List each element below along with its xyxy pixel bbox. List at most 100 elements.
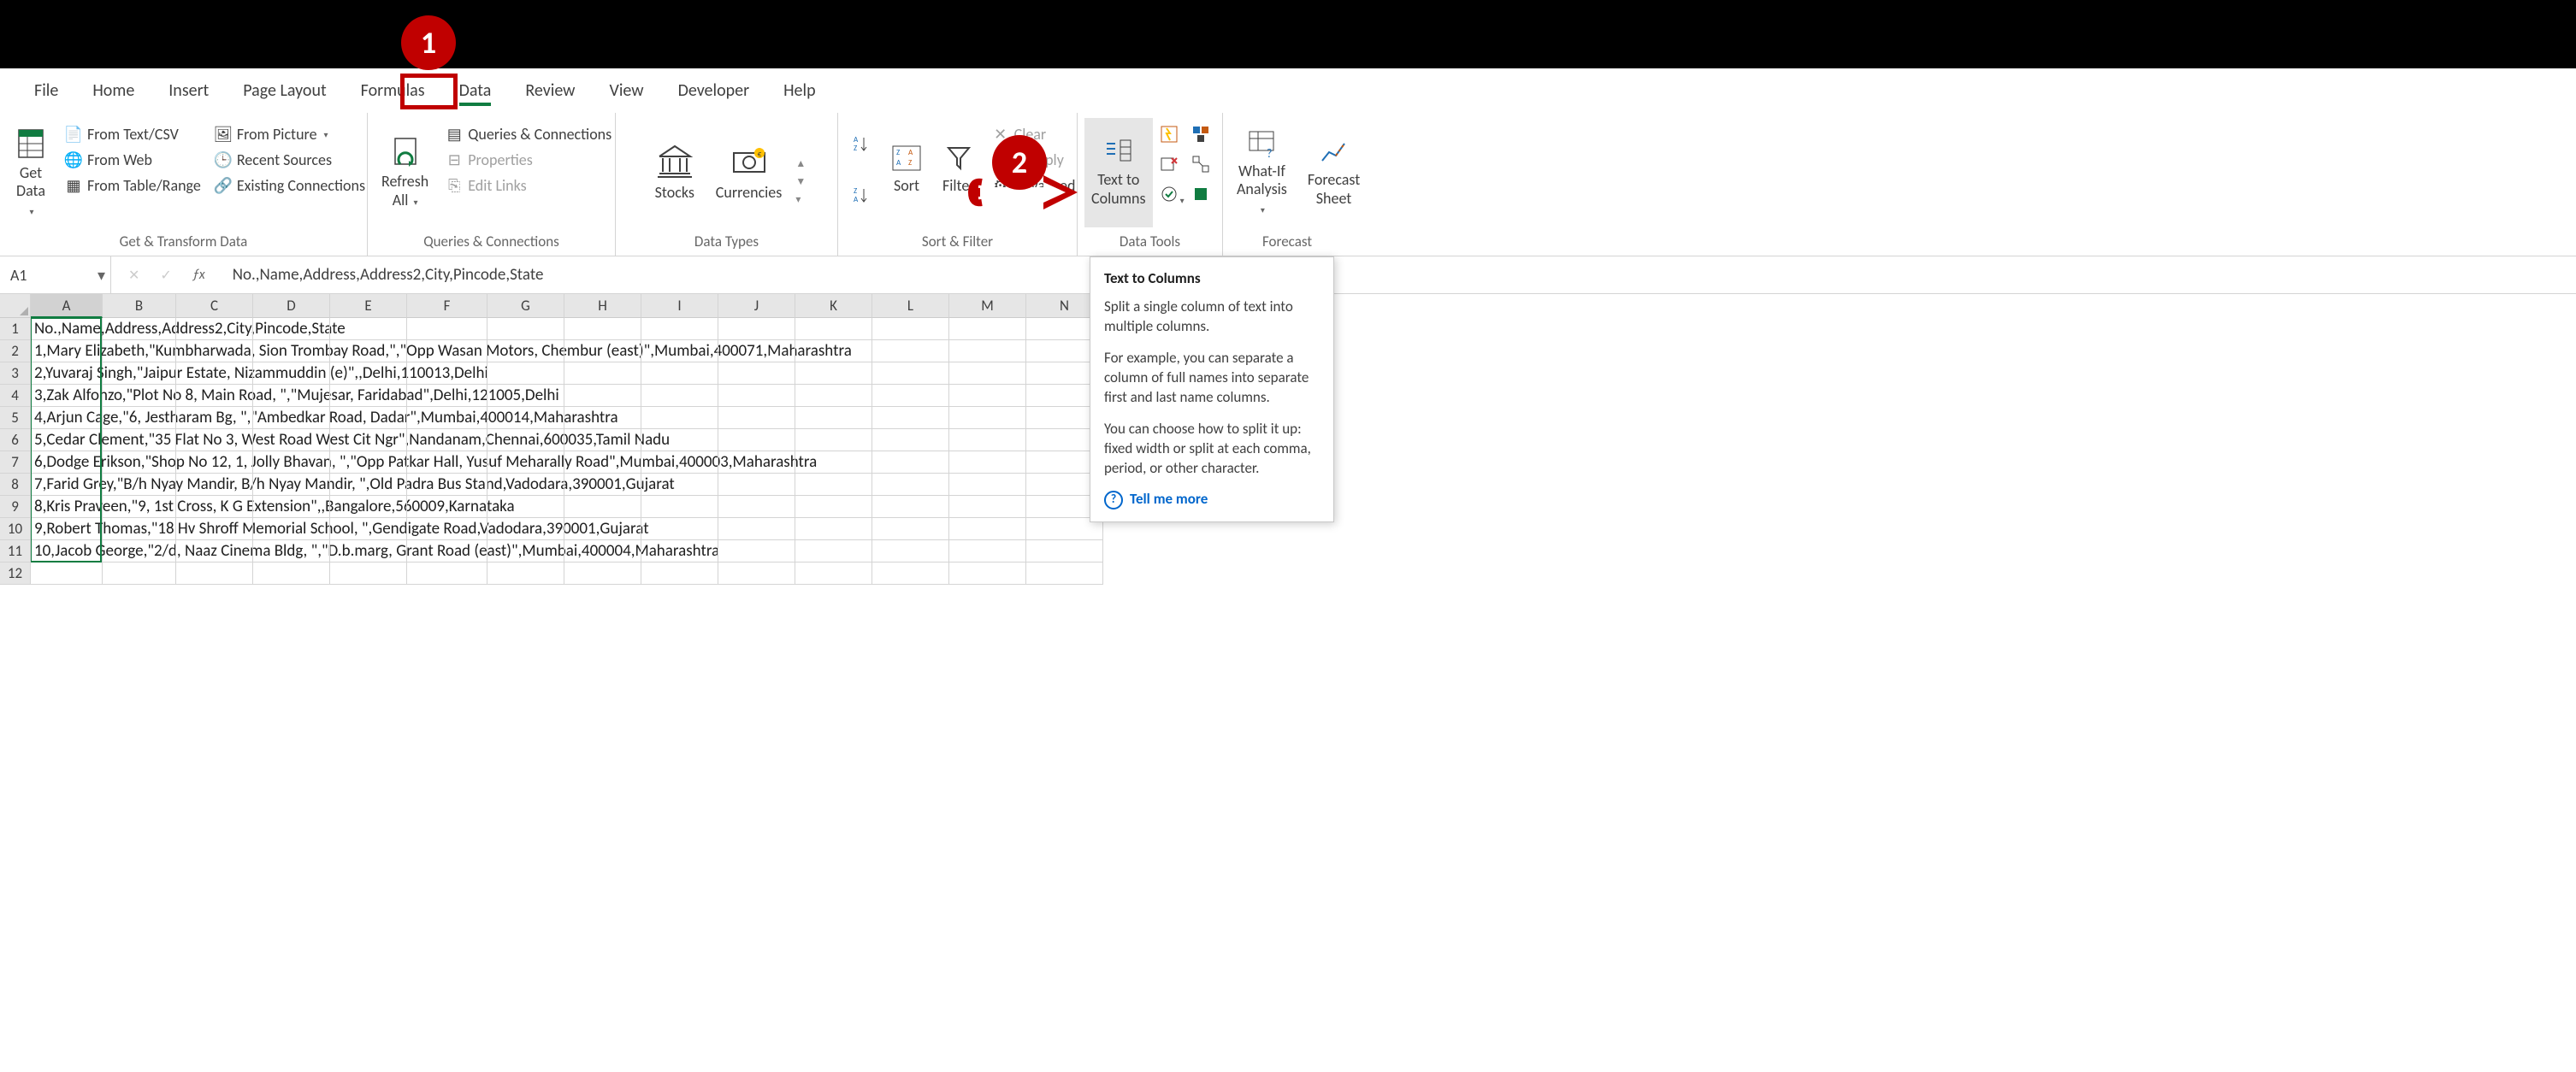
cell[interactable] [253,474,330,496]
row-header[interactable]: 7 [0,451,31,474]
cell[interactable] [564,340,641,362]
row-header[interactable]: 5 [0,407,31,429]
column-header-I[interactable]: I [641,294,718,318]
cell[interactable] [253,451,330,474]
cell[interactable] [795,407,872,429]
from-web-button[interactable]: 🌐From Web [62,149,204,171]
cell[interactable] [407,563,487,585]
cell[interactable] [330,474,407,496]
cell[interactable] [330,563,407,585]
cell[interactable] [407,407,487,429]
consolidate-button[interactable] [1191,125,1210,148]
row-header[interactable]: 6 [0,429,31,451]
manage-data-model-button[interactable] [1191,185,1210,208]
cell[interactable] [330,318,407,340]
column-header-D[interactable]: D [253,294,330,318]
cell[interactable] [253,340,330,362]
cell[interactable] [949,563,1026,585]
cell[interactable] [253,385,330,407]
cell[interactable] [176,451,253,474]
tab-help[interactable]: Help [766,70,833,111]
cell[interactable] [872,496,949,518]
tab-developer[interactable]: Developer [661,70,767,111]
tab-view[interactable]: View [592,70,660,111]
cell[interactable] [872,563,949,585]
refresh-all-button[interactable]: Refresh All ▾ [375,118,435,227]
cell[interactable] [718,407,795,429]
cell[interactable] [795,318,872,340]
cell[interactable] [564,318,641,340]
cell[interactable] [949,451,1026,474]
cell[interactable] [795,429,872,451]
cell[interactable] [330,451,407,474]
column-header-M[interactable]: M [949,294,1026,318]
cell[interactable] [795,563,872,585]
cell[interactable] [872,518,949,540]
cell[interactable] [872,540,949,563]
column-header-L[interactable]: L [872,294,949,318]
cell[interactable]: 4,Arjun Cage,"6, Jestharam Bg, ","Ambedk… [31,407,103,429]
cell[interactable] [718,474,795,496]
cell[interactable] [564,540,641,563]
cell[interactable] [641,385,718,407]
row-header[interactable]: 1 [0,318,31,340]
cell[interactable] [795,518,872,540]
cell[interactable] [487,362,564,385]
cell[interactable] [641,318,718,340]
cell[interactable] [718,518,795,540]
cell[interactable] [564,407,641,429]
column-header-G[interactable]: G [487,294,564,318]
cell[interactable] [718,340,795,362]
cell[interactable] [949,474,1026,496]
cell[interactable] [103,518,176,540]
cell[interactable] [330,540,407,563]
cell[interactable] [564,429,641,451]
chevron-down-icon[interactable]: ▾ [97,266,105,285]
cell[interactable] [641,540,718,563]
cell[interactable] [795,362,872,385]
cell[interactable] [176,340,253,362]
cell[interactable] [564,496,641,518]
cell[interactable] [253,496,330,518]
cell[interactable] [795,540,872,563]
cell[interactable] [795,496,872,518]
cell[interactable] [641,429,718,451]
cell[interactable] [31,563,103,585]
tab-data[interactable]: Data [442,70,509,111]
column-header-A[interactable]: A [31,294,103,318]
recent-sources-button[interactable]: 🕒Recent Sources [211,149,369,171]
cell[interactable] [103,407,176,429]
relationships-button[interactable] [1191,155,1210,178]
forecast-sheet-button[interactable]: Forecast Sheet [1301,118,1367,227]
cell[interactable] [407,385,487,407]
cell[interactable] [641,340,718,362]
cell[interactable] [176,474,253,496]
cell[interactable] [949,385,1026,407]
row-header[interactable]: 8 [0,474,31,496]
cell[interactable] [103,474,176,496]
cell[interactable] [176,429,253,451]
cell[interactable] [253,563,330,585]
expand-gallery-icon[interactable]: ▾ [795,193,806,206]
cell[interactable]: 7,Farid Grey,"B/h Nyay Mandir, B/h Nyay … [31,474,103,496]
select-all-corner[interactable] [0,294,31,318]
column-header-H[interactable]: H [564,294,641,318]
row-header[interactable]: 11 [0,540,31,563]
cell[interactable]: 2,Yuvaraj Singh,"Jaipur Estate, Nizammud… [31,362,103,385]
cell[interactable] [103,385,176,407]
cell[interactable] [949,540,1026,563]
cell[interactable] [949,496,1026,518]
cell[interactable] [564,385,641,407]
scroll-up-icon[interactable]: ▲ [795,157,806,170]
existing-connections-button[interactable]: 🔗Existing Connections [211,174,369,197]
cell[interactable] [1026,540,1103,563]
cell[interactable] [949,518,1026,540]
from-table-range-button[interactable]: ▦From Table/Range [62,174,204,197]
tab-formulas[interactable]: Formulas [344,70,442,111]
column-header-F[interactable]: F [407,294,487,318]
insert-function-icon[interactable]: ƒx [192,267,205,283]
cell[interactable] [176,496,253,518]
row-header[interactable]: 12 [0,563,31,585]
cell[interactable] [872,451,949,474]
cell[interactable] [641,496,718,518]
